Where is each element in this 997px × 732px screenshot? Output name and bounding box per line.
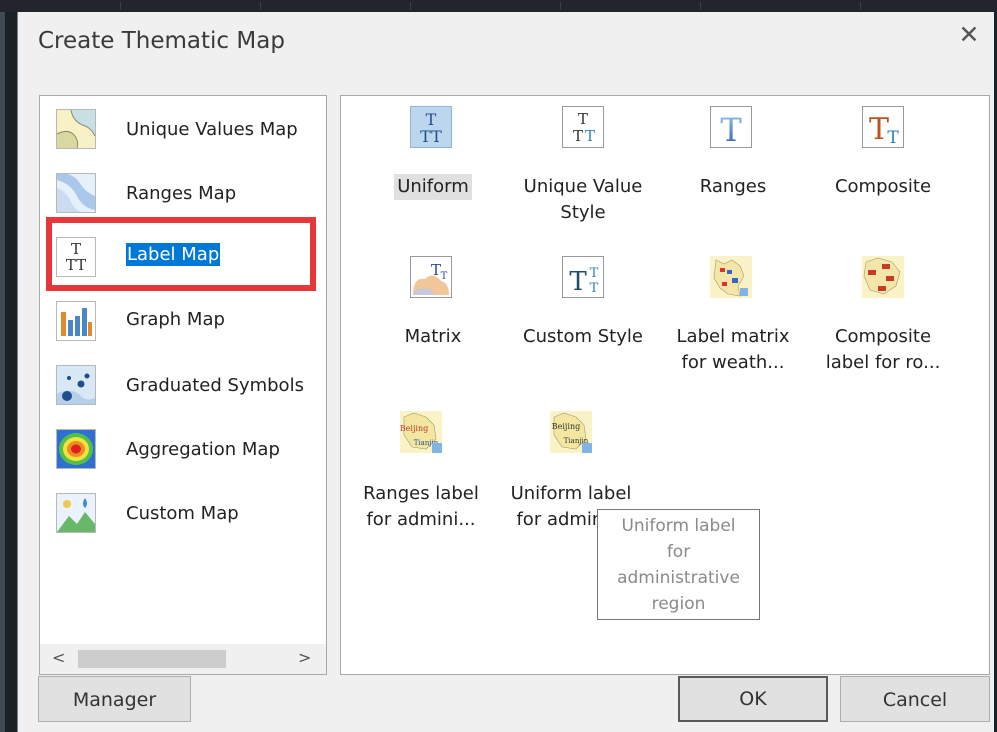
graph-map-icon [56,301,96,341]
svg-text:Beijing: Beijing [400,424,428,433]
list-item-label: Custom Map [126,503,239,524]
graduated-symbols-icon [56,365,96,405]
style-label-line-2: for admini... [366,509,476,530]
style-label: Custom Style [523,326,643,347]
composite-label-road-icon [862,256,904,298]
svg-text:T: T [869,112,889,147]
svg-text:T: T [887,128,899,147]
list-item-label: Graduated Symbols [126,375,304,396]
tooltip: Uniform label for administrative region [597,509,760,620]
list-item-graph-map[interactable]: Graph Map [40,294,326,356]
svg-text:TT: TT [420,127,442,146]
svg-text:T: T [573,127,583,145]
svg-text:T: T [578,110,588,128]
custom-style-icon: T T T [562,256,604,298]
svg-text:Beijing: Beijing [552,422,580,431]
scrollbar-thumb[interactable] [78,650,226,668]
list-item-label: Ranges Map [126,183,237,204]
custom-map-icon [56,493,96,533]
style-label-line-1: Unique Value [523,176,643,197]
ok-button[interactable]: OK [678,676,828,722]
style-label-line-2: label for ro... [825,352,941,373]
horizontal-scrollbar[interactable]: < > [40,644,326,674]
svg-text:T: T [590,266,599,281]
ranges-style-icon: T [710,106,752,149]
annotation-highlight-box [46,217,316,291]
background-window-edge [0,12,5,732]
matrix-style-icon: T T [410,256,452,298]
list-item-graduated-symbols[interactable]: Graduated Symbols [40,358,326,420]
list-item-label: Graph Map [126,309,225,330]
cancel-button[interactable]: Cancel [840,676,990,722]
list-item-label: Unique Values Map [126,119,298,140]
style-label: Composite [834,176,932,197]
tooltip-line: region [651,594,706,614]
background-window-strip [0,0,997,12]
style-label-line-1: Label matrix [676,326,790,347]
svg-text:T: T [720,111,742,147]
close-icon[interactable]: ✕ [954,20,984,50]
svg-text:T: T [585,127,595,145]
style-label-line-1: Ranges label [363,483,479,504]
svg-text:T: T [590,281,599,296]
composite-style-icon: T T [862,106,904,148]
ranges-label-admin-icon: Beijing Tianjin [400,411,442,453]
ranges-map-icon [56,173,96,213]
scroll-left-icon[interactable]: < [52,648,65,667]
tooltip-line: for [666,542,691,562]
list-item-unique-values-map[interactable]: Unique Values Map [40,102,326,164]
list-item-label: Aggregation Map [126,439,280,460]
scroll-right-icon[interactable]: > [298,648,311,667]
tooltip-line: Uniform label [621,516,736,536]
svg-text:T: T [431,261,441,279]
svg-text:T: T [441,271,448,282]
uniform-style-icon: T TT [410,106,452,148]
style-label: Uniform [394,174,472,200]
aggregation-map-icon [56,429,96,469]
svg-text:T: T [569,267,587,297]
unique-values-map-icon [56,109,96,149]
thematic-map-type-list: Unique Values Map Ranges Map T TT Label … [39,95,327,675]
style-label-line-1: Composite [834,326,932,347]
dialog-title: Create Thematic Map [38,28,285,54]
uniform-label-admin-icon: Beijing Tianjin [550,411,592,453]
style-label-line-2: Style [560,202,606,223]
style-label-line-1: Uniform label [510,483,632,504]
manager-button[interactable]: Manager [38,676,191,722]
style-label-line-2: for weath... [681,352,785,373]
tooltip-line: administrative [617,568,740,588]
list-item-aggregation-map[interactable]: Aggregation Map [40,422,326,484]
list-item-custom-map[interactable]: Custom Map [40,486,326,548]
unique-value-style-icon: T T T [562,106,604,148]
style-label: Matrix [404,326,462,347]
label-matrix-weather-icon [710,256,752,298]
create-thematic-map-dialog: Create Thematic Map ✕ Unique Values Map [17,12,994,732]
style-label: Ranges [699,176,767,197]
